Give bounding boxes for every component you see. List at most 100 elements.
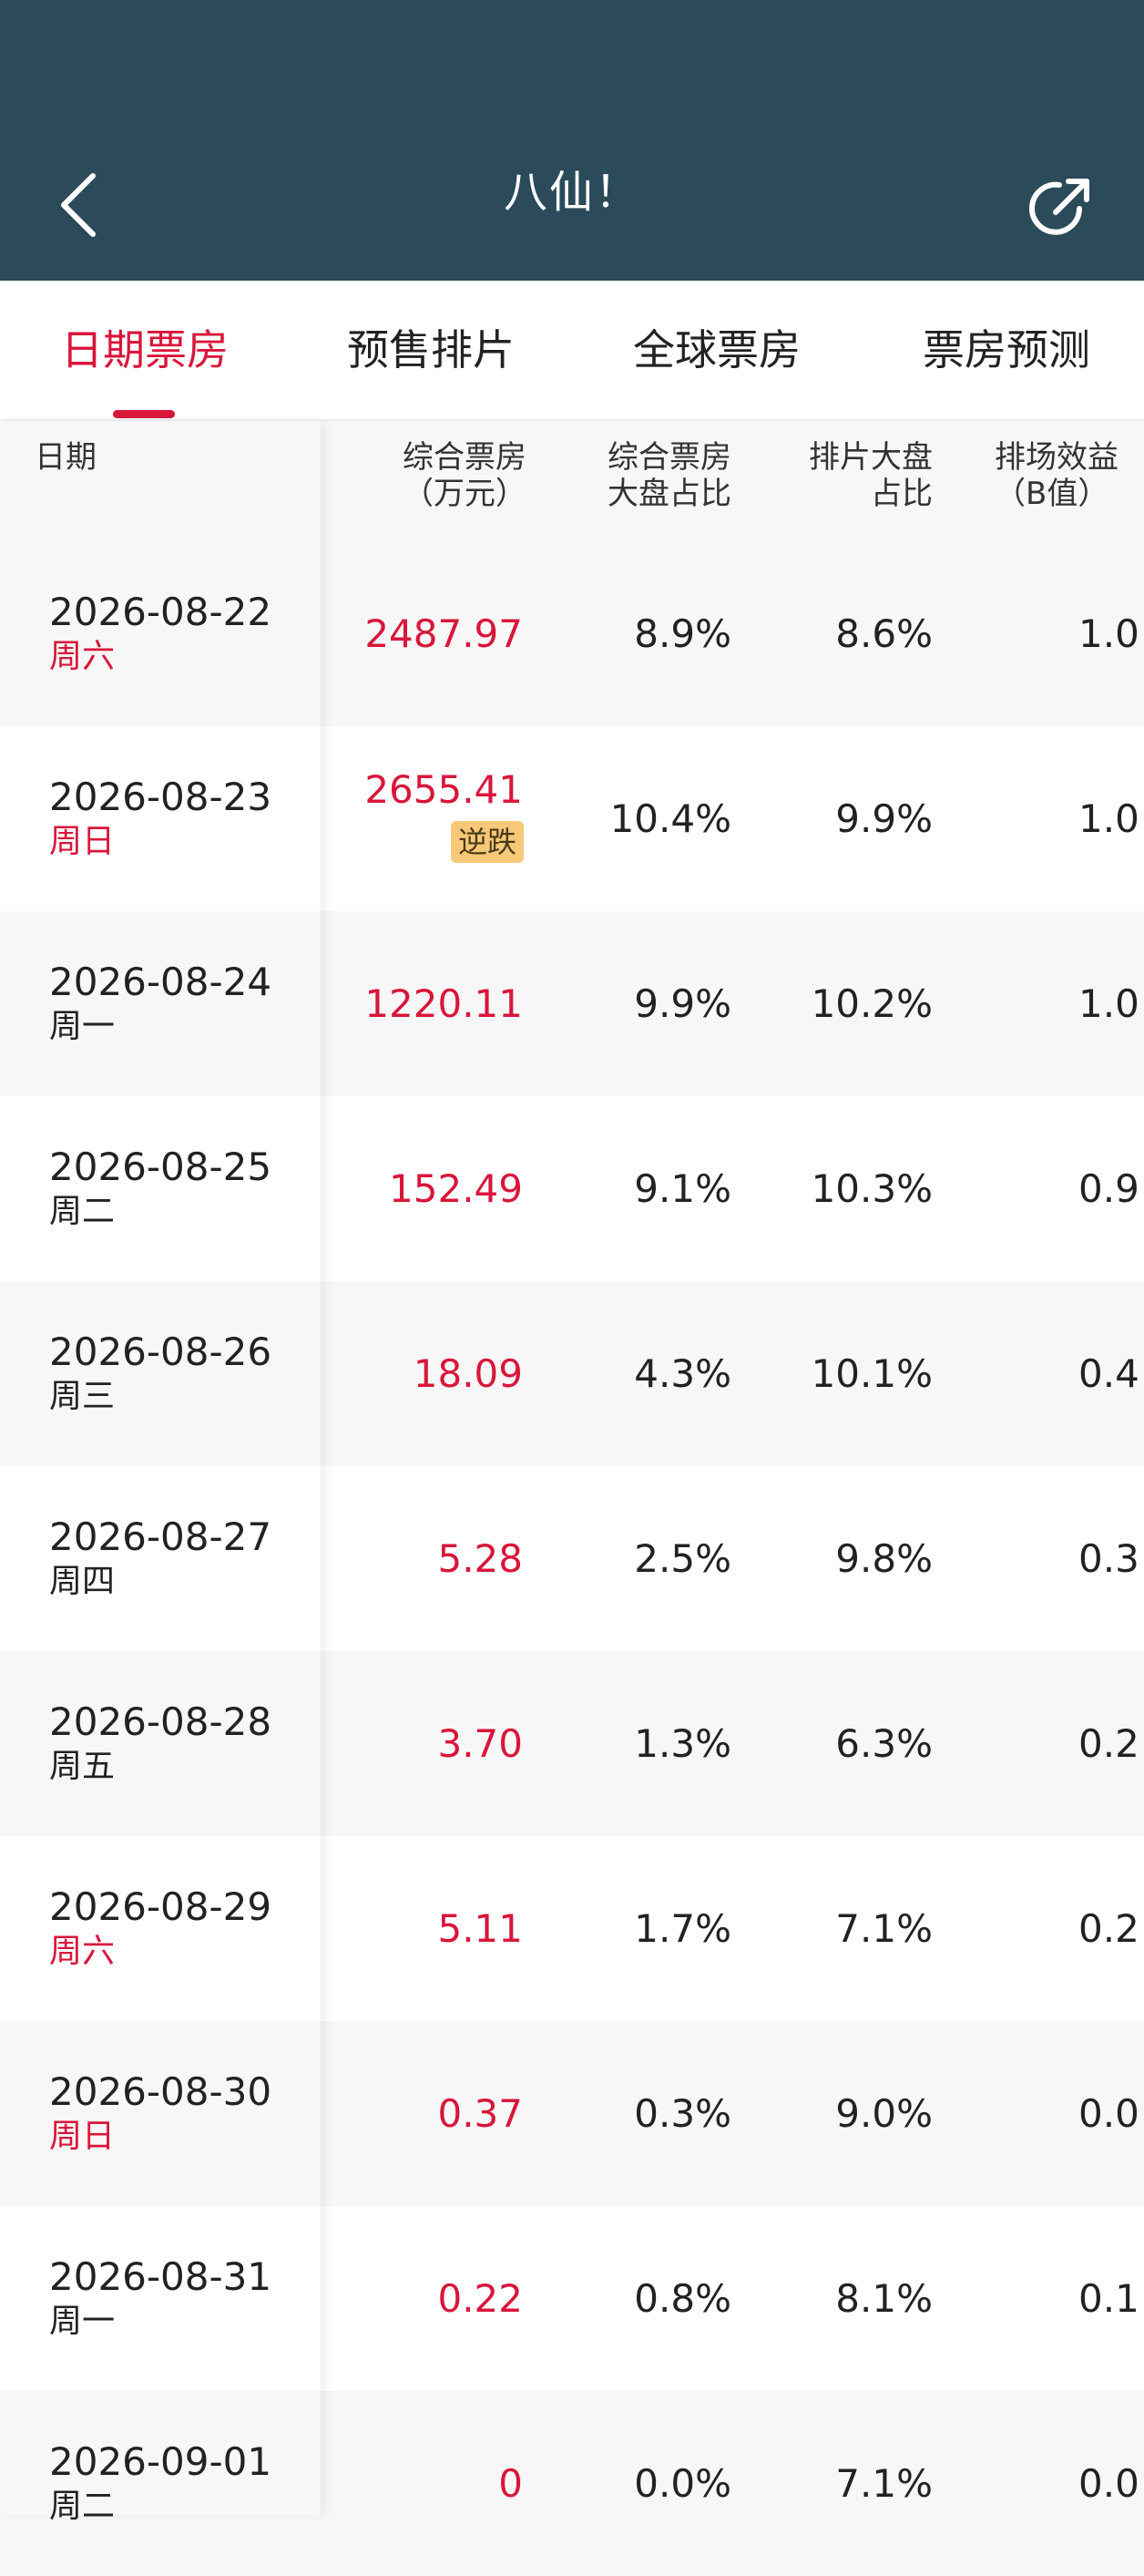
active-tab-indicator: [113, 410, 175, 418]
efficiency-cell: 0.0: [1078, 2461, 1139, 2506]
tab-bar: 日期票房 预售排片 全球票房 票房预测: [0, 281, 1144, 421]
weekday-cell: 周一: [49, 2303, 116, 2340]
boxoffice-cell: 152.49: [389, 1166, 523, 1211]
date-cell: 2026-08-23: [49, 775, 272, 819]
page-title: 八仙！: [503, 167, 640, 218]
weekday-cell: 周六: [49, 1933, 116, 1970]
date-cell: 2026-08-25: [49, 1144, 272, 1189]
schedule-share-cell: 10.3%: [811, 1166, 933, 1211]
col-header-sched-line1: 排片大盘: [809, 439, 933, 476]
boxoffice-cell: 0.22: [437, 2276, 523, 2321]
weekday-cell: 周六: [49, 638, 116, 675]
weekday-cell: 周一: [49, 1008, 116, 1045]
date-cell: 2026-08-30: [49, 2069, 272, 2114]
table-row[interactable]: 2026-08-29 周六 5.11 1.7% 7.1% 0.2: [0, 1836, 1144, 2021]
weekday-cell: 周日: [49, 2118, 116, 2155]
col-header-boxoffice-unit: （万元）: [403, 476, 526, 512]
date-cell: 2026-08-24: [49, 960, 272, 1004]
date-cell: 2026-08-27: [49, 1514, 272, 1559]
boxoffice-table: 日期 综合票房 （万元） 综合票房 大盘占比 排片大盘 占比 排场效益 （B值）…: [0, 421, 1144, 2576]
table-row[interactable]: 2026-08-24 周一 1220.11 9.9% 10.2% 1.0: [0, 911, 1144, 1096]
schedule-share-cell: 10.2%: [811, 981, 933, 1026]
boxoffice-cell: 0.37: [437, 2091, 523, 2136]
share-button[interactable]: [1018, 168, 1100, 250]
tab-date-boxoffice[interactable]: 日期票房: [31, 281, 259, 419]
efficiency-cell: 0.3: [1078, 1536, 1139, 1581]
weekday-cell: 周五: [49, 1748, 116, 1785]
boxoffice-cell: 1220.11: [364, 981, 523, 1026]
boxoffice-share-cell: 9.9%: [634, 981, 731, 1026]
schedule-share-cell: 9.0%: [835, 2091, 933, 2136]
table-row[interactable]: 2026-08-23 周日 2655.41 逆跌 10.4% 9.9% 1.0: [0, 726, 1144, 911]
boxoffice-cell: 3.70: [437, 1721, 523, 1766]
col-header-boxoffice[interactable]: 综合票房 （万元）: [403, 439, 526, 512]
col-header-boxshare-line2: 大盘占比: [608, 476, 731, 512]
reverse-drop-badge: 逆跌: [450, 821, 524, 863]
date-cell: 2026-09-01: [49, 2439, 272, 2484]
efficiency-cell: 0.2: [1078, 1906, 1139, 1951]
boxoffice-cell: 5.11: [437, 1906, 523, 1951]
boxoffice-share-cell: 8.9%: [634, 611, 731, 656]
schedule-share-cell: 7.1%: [835, 2461, 933, 2506]
efficiency-cell: 0.1: [1078, 2276, 1139, 2321]
date-cell: 2026-08-22: [49, 590, 272, 634]
efficiency-cell: 1.0: [1078, 611, 1139, 656]
boxoffice-cell: 5.28: [437, 1536, 523, 1581]
table-row[interactable]: 2026-08-31 周一 0.22 0.8% 8.1% 0.1: [0, 2206, 1144, 2391]
tab-boxoffice-forecast[interactable]: 票房预测: [893, 281, 1120, 419]
table-row[interactable]: 2026-08-30 周日 0.37 0.3% 9.0% 0.0: [0, 2021, 1144, 2206]
table-body: 2026-08-22 周六 2487.97 8.9% 8.6% 1.0 2026-08-23…: [0, 541, 1144, 2576]
schedule-share-cell: 7.1%: [835, 1906, 933, 1951]
table-row[interactable]: 2026-08-27 周四 5.28 2.5% 9.8% 0.3: [0, 1466, 1144, 1651]
boxoffice-cell: 0: [498, 2461, 523, 2506]
boxoffice-share-cell: 1.7%: [634, 1906, 731, 1951]
table-row[interactable]: 2026-08-25 周二 152.49 9.1% 10.3% 0.9: [0, 1096, 1144, 1281]
date-cell: 2026-08-29: [49, 1884, 272, 1929]
date-cell: 2026-08-26: [49, 1329, 272, 1374]
col-header-boxoffice-line1: 综合票房: [403, 439, 526, 476]
schedule-share-cell: 8.6%: [835, 611, 933, 656]
weekday-cell: 周二: [49, 1193, 116, 1230]
col-header-date[interactable]: 日期: [35, 439, 97, 476]
col-header-boxshare-line1: 综合票房: [608, 439, 731, 476]
boxoffice-cell: 2655.41: [364, 767, 523, 812]
col-header-sched-line2: 占比: [871, 476, 933, 512]
date-cell: 2026-08-31: [49, 2254, 272, 2299]
table-row[interactable]: 2026-08-22 周六 2487.97 8.9% 8.6% 1.0: [0, 541, 1144, 726]
schedule-share-cell: 10.1%: [811, 1351, 933, 1396]
weekday-cell: 周日: [49, 823, 116, 860]
boxoffice-share-cell: 4.3%: [634, 1351, 731, 1396]
boxoffice-share-cell: 10.4%: [609, 796, 731, 841]
boxoffice-share-cell: 9.1%: [634, 1166, 731, 1211]
table-row[interactable]: 2026-08-26 周三 18.09 4.3% 10.1% 0.4: [0, 1281, 1144, 1466]
schedule-share-cell: 8.1%: [835, 2276, 933, 2321]
col-header-schedule-share[interactable]: 排片大盘 占比: [809, 439, 933, 512]
boxoffice-share-cell: 2.5%: [634, 1536, 731, 1581]
col-header-eff-line2: （B值）: [995, 476, 1109, 512]
tab-presale-schedule[interactable]: 预售排片: [317, 281, 545, 419]
efficiency-cell: 0.2: [1078, 1721, 1139, 1766]
table-row[interactable]: 2026-09-01 周二 0 0.0% 7.1% 0.0: [0, 2391, 1144, 2576]
tab-global-boxoffice[interactable]: 全球票房: [603, 281, 831, 419]
app-header: 八仙！: [0, 0, 1144, 281]
efficiency-cell: 0.4: [1078, 1351, 1139, 1396]
boxoffice-share-cell: 0.0%: [634, 2461, 731, 2506]
weekday-cell: 周四: [49, 1563, 116, 1600]
col-header-eff-line1: 排场效益: [995, 439, 1118, 476]
boxoffice-share-cell: 1.3%: [634, 1721, 731, 1766]
weekday-cell: 周三: [49, 1378, 116, 1415]
col-header-boxoffice-share[interactable]: 综合票房 大盘占比: [608, 439, 731, 512]
share-icon: [1029, 179, 1089, 235]
col-header-efficiency[interactable]: 排场效益 （B值）: [995, 439, 1118, 512]
schedule-share-cell: 9.8%: [835, 1536, 933, 1581]
boxoffice-share-cell: 0.3%: [634, 2091, 731, 2136]
schedule-share-cell: 9.9%: [835, 796, 933, 841]
boxoffice-share-cell: 0.8%: [634, 2276, 731, 2321]
table-row[interactable]: 2026-08-28 周五 3.70 1.3% 6.3% 0.2: [0, 1651, 1144, 1836]
schedule-share-cell: 6.3%: [835, 1721, 933, 1766]
weekday-cell: 周二: [49, 2488, 116, 2525]
table-header: 日期 综合票房 （万元） 综合票房 大盘占比 排片大盘 占比 排场效益 （B值）: [0, 421, 1144, 541]
efficiency-cell: 0.9: [1078, 1166, 1139, 1211]
efficiency-cell: 1.0: [1078, 981, 1139, 1026]
date-cell: 2026-08-28: [49, 1699, 272, 1744]
